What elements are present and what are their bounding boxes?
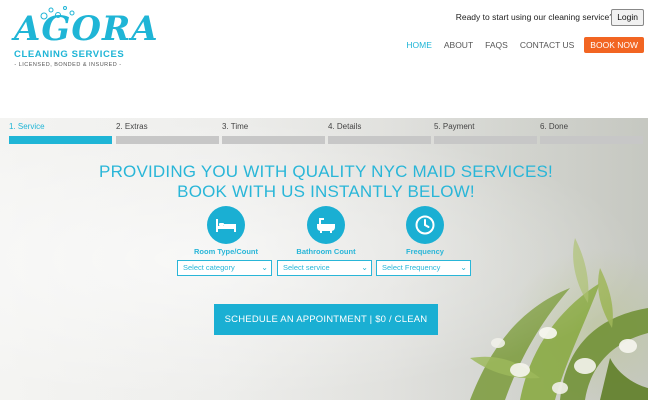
- bathroom-count-option: Bathroom Count: [278, 206, 374, 256]
- nav-home[interactable]: HOME: [406, 37, 432, 53]
- step-details[interactable]: 4. Details: [328, 122, 431, 144]
- step-label: 5. Payment: [434, 122, 475, 131]
- step-extras[interactable]: 2. Extras: [116, 122, 219, 144]
- option-label: Bathroom Count: [296, 247, 356, 256]
- step-label: 3. Time: [222, 122, 249, 131]
- frequency-select[interactable]: Select Frequency ⌄: [376, 260, 471, 276]
- frequency-option: Frequency: [377, 206, 473, 256]
- login-button[interactable]: Login: [611, 9, 644, 26]
- chevron-down-icon: ⌄: [361, 263, 368, 272]
- logo-tagline: - LICENSED, BONDED & INSURED -: [14, 62, 122, 68]
- nav-faqs[interactable]: FAQS: [485, 37, 508, 53]
- chevron-down-icon: ⌄: [261, 263, 268, 272]
- ready-text: Ready to start using our cleaning servic…: [455, 12, 614, 22]
- step-progress-bar: [222, 136, 325, 144]
- step-progress-bar: [540, 136, 643, 144]
- step-label: 1. Service: [9, 122, 45, 131]
- option-label: Room Type/Count: [193, 247, 259, 256]
- option-label: Frequency: [406, 247, 444, 256]
- step-service[interactable]: 1. Service: [9, 122, 112, 144]
- hero-subheadline: BOOK WITH US INSTANTLY BELOW!: [177, 182, 475, 201]
- booking-steps: 1. Service 2. Extras 3. Time 4. Details …: [9, 122, 645, 144]
- category-select[interactable]: Select category ⌄: [177, 260, 272, 276]
- select-value: Select Frequency: [382, 263, 441, 272]
- agora-logo[interactable]: AGORA CLEANING SERVICES - LICENSED, BOND…: [12, 4, 158, 70]
- chevron-down-icon: ⌄: [460, 263, 467, 272]
- bed-icon: [207, 206, 245, 244]
- step-progress-bar: [434, 136, 537, 144]
- site-header: AGORA CLEANING SERVICES - LICENSED, BOND…: [0, 0, 648, 118]
- step-progress-bar: [116, 136, 219, 144]
- step-payment[interactable]: 5. Payment: [434, 122, 537, 144]
- step-label: 2. Extras: [116, 122, 148, 131]
- step-label: 6. Done: [540, 122, 569, 131]
- logo-title: AGORA: [14, 9, 159, 49]
- booking-hero: 1. Service 2. Extras 3. Time 4. Details …: [0, 118, 648, 400]
- schedule-appointment-button[interactable]: SCHEDULE AN APPOINTMENT | $0 / CLEAN: [214, 304, 438, 335]
- hero-headline: PROVIDING YOU WITH QUALITY NYC MAID SERV…: [99, 162, 553, 181]
- clock-icon: [406, 206, 444, 244]
- room-type-option: Room Type/Count: [178, 206, 274, 256]
- step-progress-bar: [328, 136, 431, 144]
- step-done[interactable]: 6. Done: [540, 122, 643, 144]
- main-nav: HOME ABOUT FAQS CONTACT US BOOK NOW: [394, 37, 644, 53]
- step-time[interactable]: 3. Time: [222, 122, 325, 144]
- service-select[interactable]: Select service ⌄: [277, 260, 372, 276]
- nav-contact-us[interactable]: CONTACT US: [520, 37, 574, 53]
- bathtub-icon: [307, 206, 345, 244]
- step-progress-bar: [9, 136, 112, 144]
- step-label: 4. Details: [328, 122, 362, 131]
- select-value: Select category: [183, 263, 235, 272]
- nav-about[interactable]: ABOUT: [444, 37, 473, 53]
- logo-subtitle: CLEANING SERVICES: [14, 49, 125, 60]
- select-value: Select service: [283, 263, 330, 272]
- book-now-button[interactable]: BOOK NOW: [584, 37, 644, 53]
